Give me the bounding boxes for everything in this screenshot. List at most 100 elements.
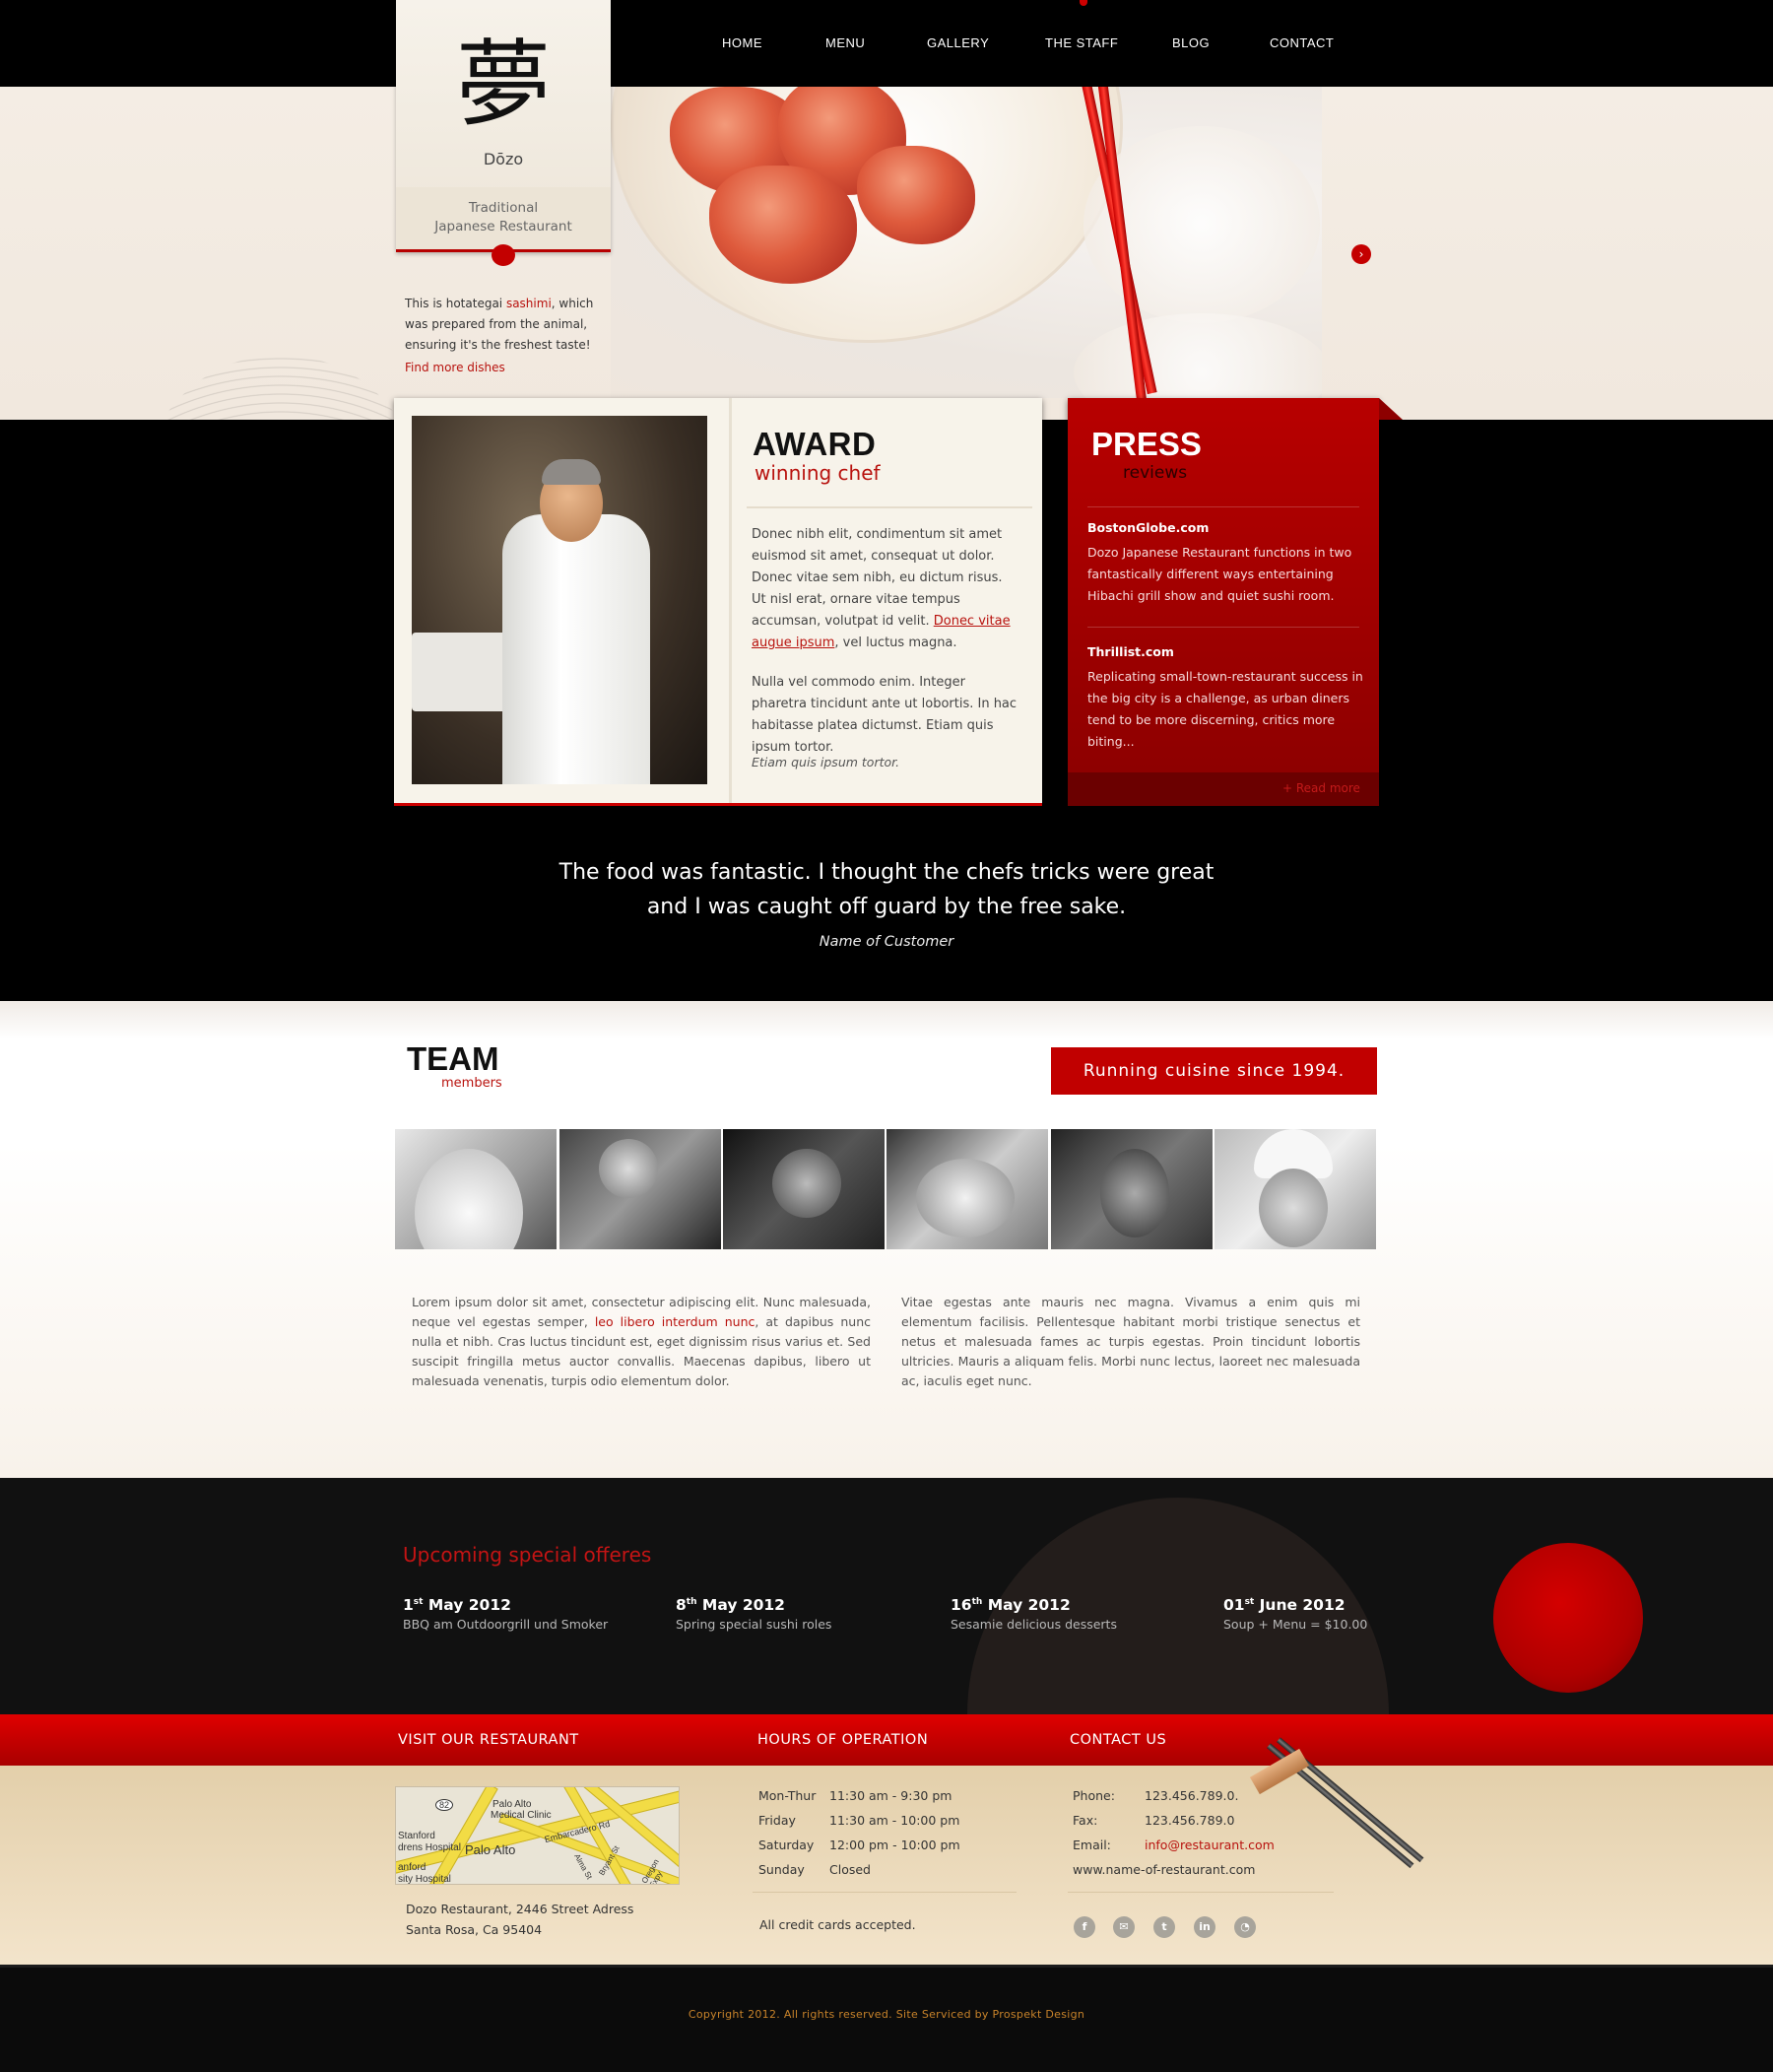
quote-line-2: and I was caught off guard by the free s… (646, 895, 1127, 919)
hours-day: Mon-Thur (758, 1788, 817, 1803)
offer-description: Sesamie delicious desserts (951, 1617, 1117, 1632)
award-paragraph-2: Nulla vel commodo enim. Integer pharetra… (752, 675, 1018, 755)
hours-title: HOURS OF OPERATION (757, 1732, 929, 1748)
press-read-more-link[interactable]: + Read more (1282, 781, 1360, 795)
logo-tagline: Traditional Japanese Restaurant (396, 187, 611, 252)
hours-divider (753, 1892, 1017, 1893)
offer-day: 01 (1223, 1596, 1245, 1614)
contact-divider (1068, 1892, 1334, 1893)
map-label: Stanford (398, 1831, 435, 1841)
website-link[interactable]: www.name-of-restaurant.com (1073, 1862, 1255, 1877)
location-map[interactable]: 82 Palo Alto Medical Clinic Embarcadero … (395, 1786, 680, 1885)
hours-day: Sunday (758, 1862, 805, 1877)
nav-home[interactable]: HOME (722, 35, 762, 50)
hours-row: Saturday 12:00 pm - 10:00 pm (758, 1838, 960, 1852)
nav-blog[interactable]: BLOG (1172, 35, 1210, 50)
logo-kanji: 夢 (456, 30, 551, 140)
chef-coat (502, 514, 650, 784)
sashimi-link[interactable]: sashimi (506, 297, 552, 310)
map-label: Medical Clinic (491, 1810, 552, 1821)
contact-value: 123.456.789.0 (1145, 1813, 1235, 1828)
map-label: Alma St (572, 1852, 594, 1881)
chef-photo (412, 416, 707, 784)
team-photo-figure (415, 1149, 523, 1249)
chevron-right-icon: › (1358, 247, 1364, 261)
twitter-icon[interactable]: t (1153, 1916, 1175, 1938)
team-photo[interactable] (559, 1129, 721, 1249)
hero-caption: This is hotategai sashimi, which was pre… (405, 294, 612, 356)
offer-description: Soup + Menu = $10.00 (1223, 1617, 1368, 1632)
hours-time: 11:30 am - 10:00 pm (829, 1813, 960, 1828)
tagline-line2: Japanese Restaurant (434, 219, 572, 234)
offer-month: May 2012 (423, 1596, 511, 1614)
contact-label: Phone: (1073, 1788, 1115, 1803)
specials-title: Upcoming special offeres (403, 1543, 652, 1567)
press-review-text: Dozo Japanese Restaurant functions in tw… (1087, 545, 1352, 603)
team-photo-figure (916, 1159, 1015, 1237)
contact-label: Email: (1073, 1838, 1111, 1852)
linkedin-icon[interactable]: in (1194, 1916, 1215, 1938)
offer-month: May 2012 (696, 1596, 785, 1614)
award-divider (729, 398, 732, 803)
map-label: Palo Alto (492, 1799, 532, 1810)
team-text-right: Vitae egestas ante mauris nec magna. Viv… (901, 1295, 1360, 1388)
find-more-dishes-link[interactable]: Find more dishes (405, 361, 505, 374)
offer-date: 16th May 2012 (951, 1596, 1071, 1614)
hero-caption-text: This is hotategai (405, 297, 506, 310)
press-separator (1087, 627, 1359, 628)
nav-contact[interactable]: CONTACT (1270, 35, 1334, 50)
running-since-banner: Running cuisine since 1994. (1051, 1047, 1377, 1095)
contact-fax: Fax: 123.456.789.0 (1073, 1813, 1234, 1828)
slider-next-button[interactable]: › (1351, 244, 1371, 264)
hours-time: 12:00 pm - 10:00 pm (829, 1838, 960, 1852)
team-photo-figure (1259, 1169, 1328, 1247)
team-photo[interactable] (1215, 1129, 1376, 1249)
rss-icon[interactable]: ◔ (1234, 1916, 1256, 1938)
contact-phone: Phone: 123.456.789.0. (1073, 1788, 1238, 1803)
credit-cards-note: All credit cards accepted. (759, 1917, 916, 1932)
contact-value: 123.456.789.0. (1145, 1788, 1239, 1803)
team-inline-link[interactable]: leo libero interdum nunc (595, 1314, 755, 1329)
team-photo-figure (772, 1149, 841, 1218)
team-photo[interactable] (723, 1129, 885, 1249)
team-photo[interactable] (886, 1129, 1048, 1249)
team-subtitle: members (441, 1076, 502, 1091)
contact-label: Fax: (1073, 1813, 1098, 1828)
map-label: Palo Alto (465, 1842, 516, 1857)
chef-hair (542, 459, 601, 485)
award-body: Donec nibh elit, condimentum sit amet eu… (752, 524, 1018, 776)
map-label: anford (398, 1862, 427, 1873)
press-separator (1087, 506, 1359, 507)
team-photo[interactable] (1051, 1129, 1213, 1249)
team-photo[interactable] (395, 1129, 557, 1249)
hours-row: Mon-Thur 11:30 am - 9:30 pm (758, 1788, 952, 1803)
award-subtitle: winning chef (755, 461, 881, 485)
copyright-text: Copyright 2012. All rights reserved. Sit… (688, 2008, 1085, 2021)
hero-image-sashimi (611, 87, 1322, 398)
chopsticks-decoration (1247, 1734, 1444, 1892)
press-source-bostonglobe[interactable]: BostonGlobe.com (1087, 520, 1209, 535)
award-text: , vel luctus magna. (834, 635, 957, 650)
offer-day-suffix: th (971, 1596, 983, 1607)
blurred-plate (1074, 313, 1322, 398)
offer-day-suffix: st (1244, 1596, 1255, 1607)
offer-month: June 2012 (1254, 1596, 1346, 1614)
nav-menu[interactable]: MENU (825, 35, 865, 50)
map-label: sity Hospital (398, 1874, 451, 1885)
logo-panel[interactable]: 夢 Dōzo Traditional Japanese Restaurant (396, 0, 611, 252)
nav-the-staff[interactable]: THE STAFF (1045, 35, 1118, 50)
facebook-icon[interactable]: f (1074, 1916, 1095, 1938)
offer-day: 16 (951, 1596, 972, 1614)
email-icon[interactable]: ✉ (1113, 1916, 1135, 1938)
award-paragraph-1: Donec nibh elit, condimentum sit amet eu… (752, 524, 1018, 654)
offer-day: 8 (676, 1596, 687, 1614)
award-title: AWARD (753, 426, 877, 462)
team-photo-figure (599, 1139, 658, 1198)
logo-name: Dōzo (483, 150, 524, 168)
press-source-thrillist[interactable]: Thrillist.com (1087, 644, 1174, 659)
team-text-left: Lorem ipsum dolor sit amet, consectetur … (412, 1293, 871, 1391)
team-title: TEAM (407, 1040, 499, 1077)
offer-date: 8th May 2012 (676, 1596, 785, 1614)
nav-gallery[interactable]: GALLERY (927, 35, 989, 50)
visit-title: VISIT OUR RESTAURANT (398, 1732, 579, 1748)
